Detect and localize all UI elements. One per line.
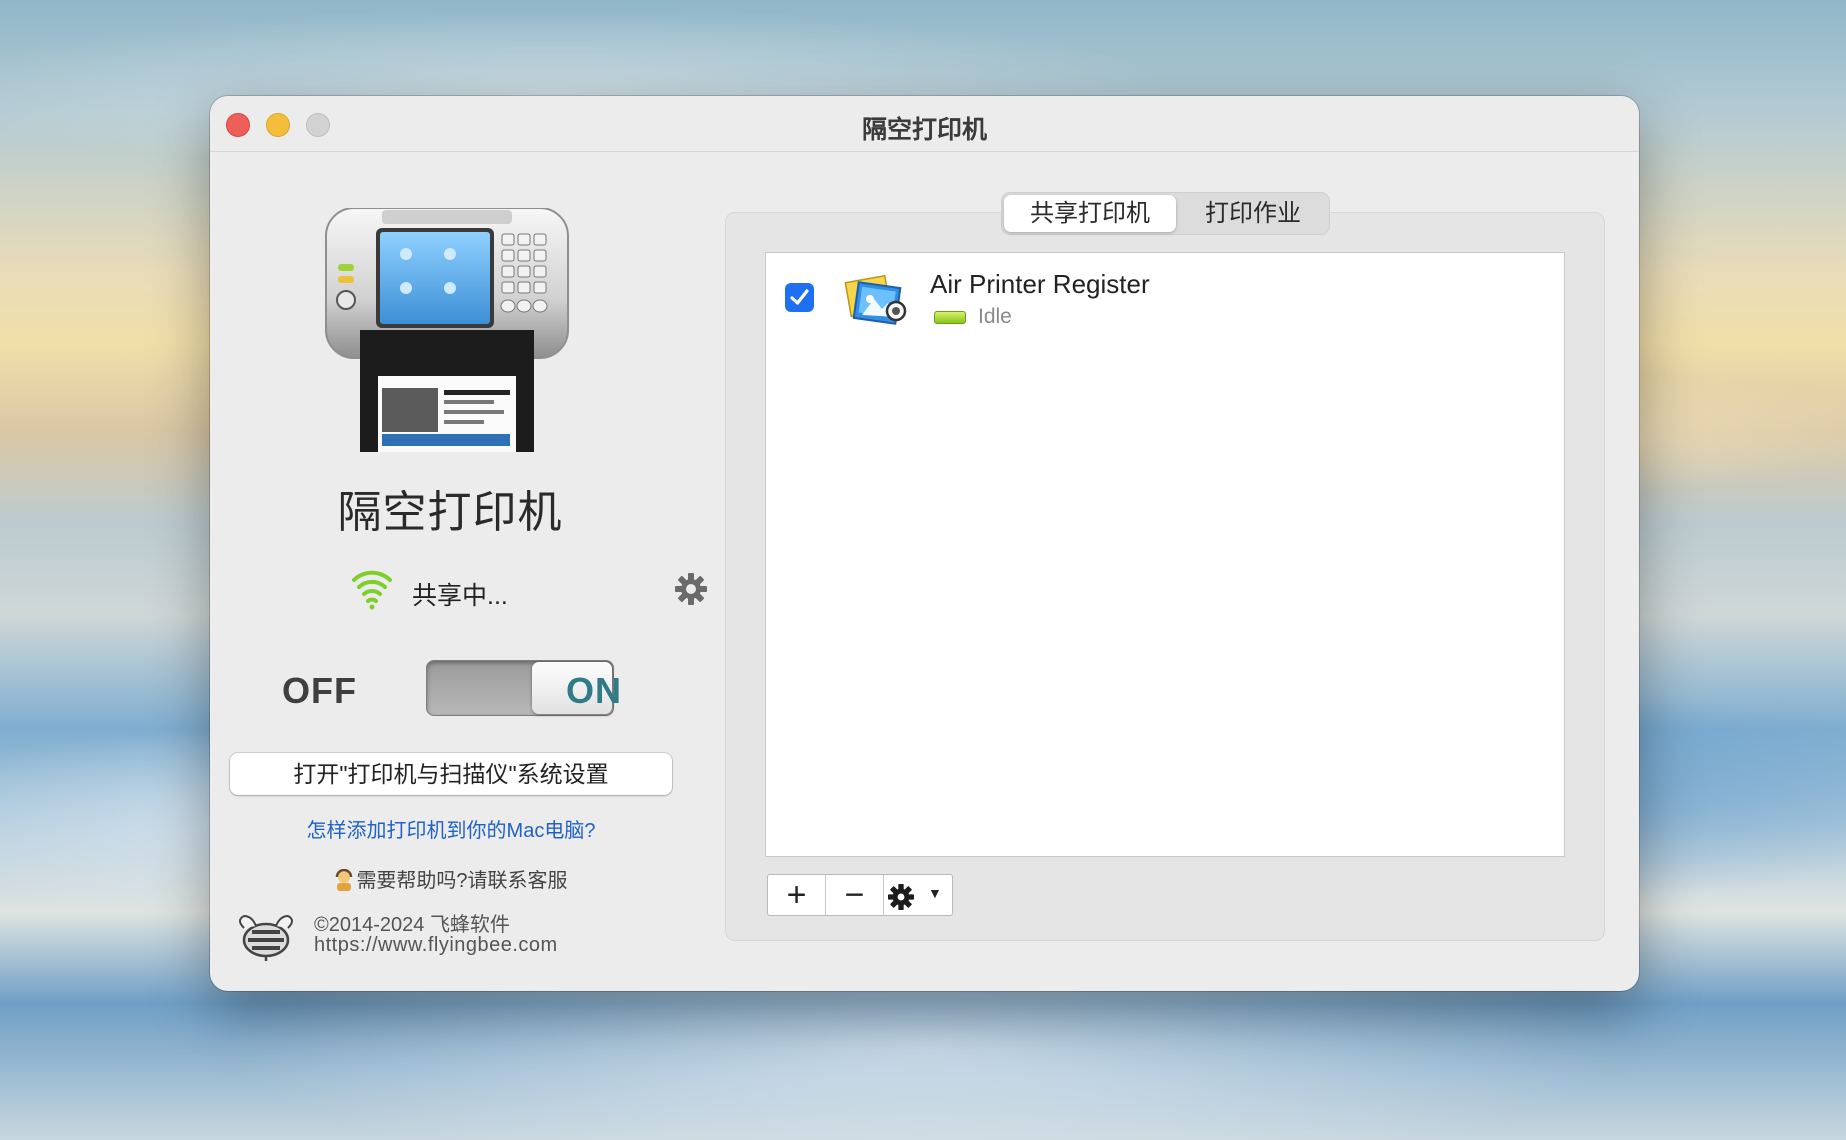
action-menu-button[interactable]: ▼ [884, 875, 952, 915]
on-label: ON [566, 670, 622, 711]
window-title: 隔空打印机 [861, 116, 987, 144]
settings-gear-icon[interactable] [674, 572, 708, 606]
title-bar: 隔空打印机 [210, 96, 1639, 152]
photo-printer-icon [844, 274, 907, 325]
idle-status-light [934, 311, 966, 324]
open-printers-settings-button[interactable]: 打开"打印机与扫描仪"系统设置 [230, 753, 672, 795]
dropdown-caret-icon: ▼ [928, 885, 942, 901]
printer-illustration [325, 208, 569, 452]
gear-icon [888, 884, 914, 910]
support-row[interactable]: 需要帮助吗?请联系客服 [210, 864, 692, 893]
remove-printer-button[interactable]: − [826, 875, 884, 915]
sharing-toggle-row: OFF ON [270, 660, 630, 720]
app-window: 隔空打印机 隔空打印机 共享中... OFF ON 打开"打印机与扫描仪"系统设… [210, 96, 1639, 991]
app-name-heading: 隔空打印机 [337, 488, 563, 537]
website-link[interactable]: https://www.flyingbee.com [314, 934, 558, 957]
flyingbee-logo-icon [239, 914, 293, 961]
sharing-status-row: 共享中... [352, 568, 707, 616]
checkmark-icon [790, 289, 809, 305]
wifi-icon [352, 570, 392, 610]
tab-print-jobs[interactable]: 打印作业 [1180, 195, 1326, 232]
tab-shared-printers[interactable]: 共享打印机 [1004, 195, 1176, 232]
copyright-text: ©2014-2024 飞蜂软件 [314, 914, 510, 936]
printer-status: Idle [978, 305, 1012, 328]
support-agent-icon [336, 869, 353, 891]
off-label: OFF [282, 670, 357, 711]
how-to-add-printer-link[interactable]: 怎样添加打印机到你的Mac电脑? [210, 814, 692, 843]
printer-list: Air Printer Register Idle [765, 252, 1565, 857]
tab-bar: 共享打印机 打印作业 [1001, 192, 1330, 235]
footer: ©2014-2024 飞蜂软件 https://www.flyingbee.co… [234, 906, 654, 966]
list-toolbar: + − ▼ [767, 874, 953, 916]
add-printer-button[interactable]: + [768, 875, 826, 915]
printer-row[interactable]: Air Printer Register Idle [766, 253, 1564, 343]
minus-icon: − [844, 876, 865, 914]
sharing-status-text: 共享中... [412, 582, 508, 610]
printer-name: Air Printer Register [930, 269, 1150, 299]
plus-icon: + [786, 876, 807, 914]
printer-enabled-checkbox[interactable] [785, 283, 814, 312]
support-text: 需要帮助吗?请联系客服 [356, 870, 568, 892]
